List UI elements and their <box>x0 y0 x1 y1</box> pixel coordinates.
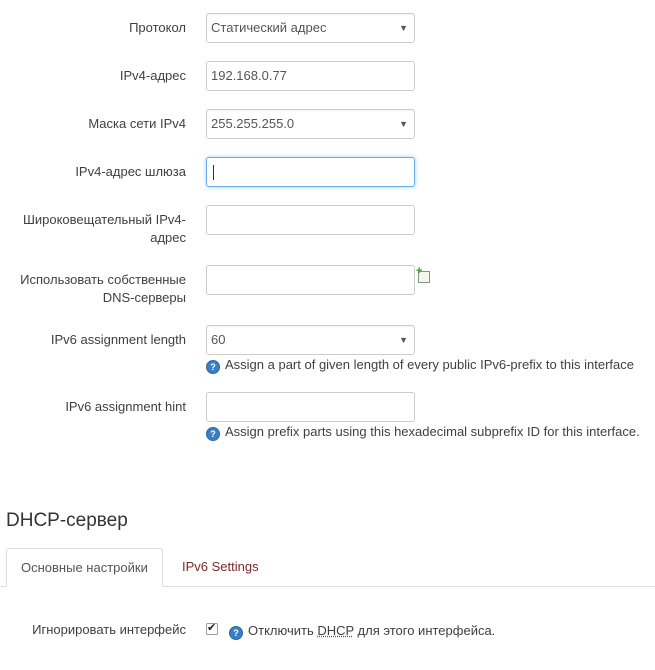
ip6assign-label: IPv6 assignment length <box>50 332 186 347</box>
caret-down-icon: ▼ <box>399 335 408 345</box>
ip6assign-hint: ? Assign a part of given length of every … <box>206 357 634 374</box>
dhcp-tabs: Основные настройки IPv6 Settings <box>0 548 655 587</box>
dhcp-abbr: DHCP <box>317 623 354 638</box>
ip6assign-hint-text: Assign a part of given length of every p… <box>225 357 634 372</box>
gateway-label: IPv4-адрес шлюза <box>75 164 186 179</box>
dns-input[interactable] <box>206 265 415 295</box>
tab-ipv6-settings[interactable]: IPv6 Settings <box>168 548 273 586</box>
ipv4-address-value: 192.168.0.77 <box>211 68 287 83</box>
ignore-interface-hint: ? Отключить DHCP для этого интерфейса. <box>229 623 495 640</box>
ignore-hint-before: Отключить <box>248 623 318 638</box>
ignore-interface-checkbox[interactable] <box>206 621 218 635</box>
broadcast-label-line2: адрес <box>150 230 186 245</box>
ip6assign-select[interactable]: 60 ▼ <box>206 325 415 355</box>
add-icon[interactable] <box>416 265 430 283</box>
netmask-value: 255.255.255.0 <box>211 116 295 131</box>
netmask-select[interactable]: 255.255.255.0 ▼ <box>206 109 415 139</box>
protocol-label: Протокол <box>129 20 186 35</box>
broadcast-input[interactable] <box>206 205 415 235</box>
dns-label: Использовать собственные DNS-серверы <box>0 271 186 307</box>
ipv4-address-input[interactable]: 192.168.0.77 <box>206 61 415 91</box>
gateway-input[interactable] <box>206 157 415 187</box>
dhcp-section-title: DHCP-сервер <box>6 510 128 531</box>
broadcast-label: Широковещательный IPv4- адрес <box>0 211 186 247</box>
tab-general-settings[interactable]: Основные настройки <box>6 548 163 587</box>
help-icon: ? <box>206 427 220 441</box>
ignore-interface-label: Игнорировать интерфейс <box>32 622 186 637</box>
ipv4-address-label: IPv4-адрес <box>119 68 186 83</box>
dns-label-line1: Использовать собственные <box>20 272 186 287</box>
ip6hint-hint-text: Assign prefix parts using this hexadecim… <box>225 424 640 439</box>
ignore-hint-after: для этого интерфейса. <box>353 623 496 638</box>
caret-down-icon: ▼ <box>399 119 408 129</box>
help-icon: ? <box>229 626 243 640</box>
help-icon: ? <box>206 360 220 374</box>
ip6hint-label: IPv6 assignment hint <box>65 399 186 414</box>
ip6hint-input[interactable] <box>206 392 415 422</box>
broadcast-label-line1: Широковещательный IPv4- <box>22 212 186 227</box>
protocol-value: Статический адрес <box>211 20 327 35</box>
dns-label-line2: DNS-серверы <box>102 290 186 305</box>
ip6hint-hint: ? Assign prefix parts using this hexadeci… <box>206 424 640 441</box>
caret-down-icon: ▼ <box>399 23 408 33</box>
text-cursor <box>213 165 214 181</box>
netmask-label: Маска сети IPv4 <box>88 116 186 131</box>
ip6assign-value: 60 <box>211 332 226 347</box>
protocol-select[interactable]: Статический адрес ▼ <box>206 13 415 43</box>
